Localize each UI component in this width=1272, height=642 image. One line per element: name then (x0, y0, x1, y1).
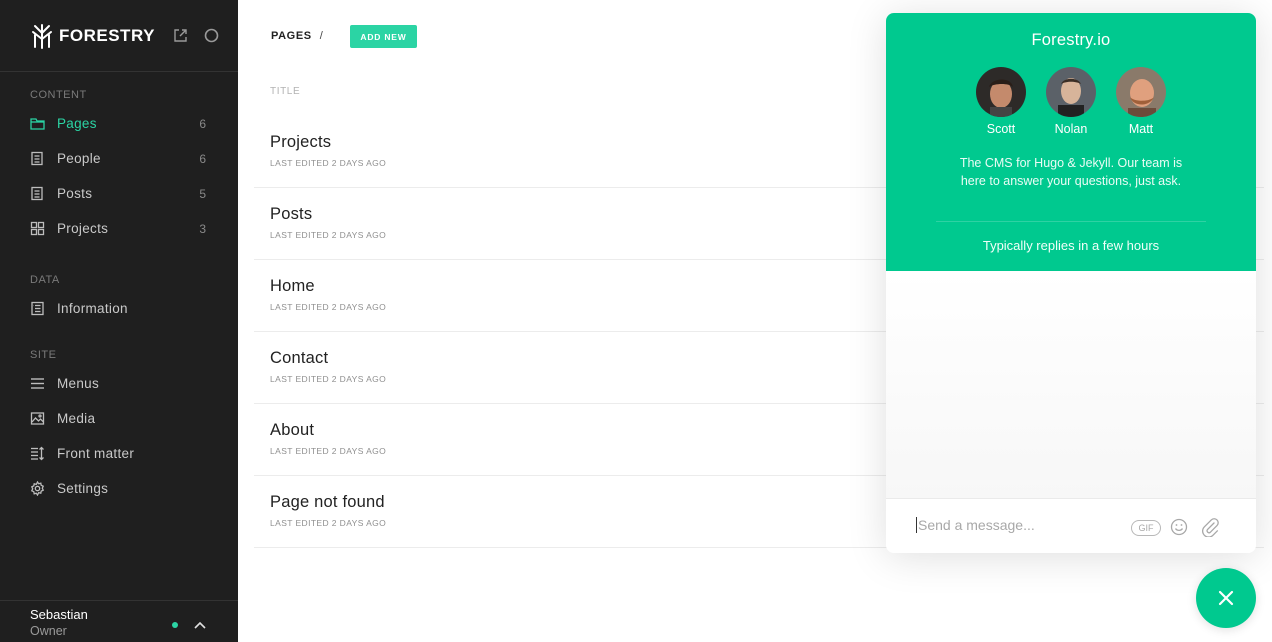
emoji-icon[interactable] (1170, 518, 1188, 541)
document-icon (30, 151, 45, 166)
avatar (976, 67, 1026, 117)
sidebar-item-label: Front matter (57, 446, 135, 461)
sidebar-item-label: Media (57, 411, 96, 426)
chat-description: The CMS for Hugo & Jekyll. Our team is h… (959, 156, 1183, 188)
data-file-icon (30, 301, 45, 316)
sidebar-item-media[interactable]: Media (0, 401, 238, 436)
brand-name: FORESTRY (59, 25, 155, 45)
close-chat-button[interactable] (1196, 568, 1256, 628)
sidebar-item-label: Settings (57, 481, 109, 496)
sidebar-item-people[interactable]: People 6 (0, 141, 238, 176)
menu-lines-icon (30, 376, 45, 391)
sidebar-item-label: Posts (57, 186, 93, 201)
document-icon (30, 186, 45, 201)
section-label-site: SITE (30, 349, 57, 361)
brand-header: FORESTRY (0, 0, 238, 72)
team-member: Matt (1116, 67, 1166, 136)
member-name: Nolan (1054, 122, 1088, 136)
avatar (1116, 67, 1166, 117)
sync-status-icon[interactable] (204, 28, 219, 43)
breadcrumb: PAGES / (271, 30, 323, 42)
chat-messages (886, 271, 1256, 498)
chat-composer: GIF (886, 498, 1256, 553)
message-input[interactable] (916, 517, 1116, 533)
chat-title: Forestry.io (1031, 31, 1111, 49)
member-name: Matt (1128, 122, 1154, 136)
gear-icon (30, 481, 45, 496)
close-icon (1218, 590, 1234, 606)
grid-icon (30, 221, 45, 236)
sidebar: FORESTRY CONTENT Pages 6 People 6 Posts … (0, 0, 238, 642)
title-column-header[interactable]: TITLE (270, 86, 300, 97)
team-members: Scott Nolan Matt (886, 67, 1256, 136)
sidebar-item-pages[interactable]: Pages 6 (0, 106, 238, 141)
gif-button[interactable]: GIF (1131, 520, 1161, 536)
sidebar-item-label: Projects (57, 221, 109, 236)
team-member: Nolan (1046, 67, 1096, 136)
sidebar-item-label: Pages (57, 116, 97, 131)
sidebar-item-menus[interactable]: Menus (0, 366, 238, 401)
sidebar-item-label: Menus (57, 376, 100, 391)
sidebar-item-label: People (57, 151, 101, 166)
online-status-dot (172, 622, 178, 628)
team-member: Scott (976, 67, 1026, 136)
chat-header: Forestry.io Scott Nolan Matt The CMS for… (886, 13, 1256, 271)
forestry-logo-icon[interactable] (30, 23, 54, 49)
sort-list-icon (30, 446, 45, 461)
reply-time-text: Typically replies in a few hours (982, 238, 1160, 253)
member-name: Scott (986, 122, 1016, 136)
sidebar-item-count: 3 (199, 221, 206, 236)
section-label-content: CONTENT (30, 89, 87, 101)
avatar (1046, 67, 1096, 117)
sidebar-item-count: 6 (199, 116, 206, 131)
chat-widget: Forestry.io Scott Nolan Matt The CMS for… (886, 13, 1256, 553)
image-icon (30, 411, 45, 426)
section-label-data: DATA (30, 274, 60, 286)
divider (936, 221, 1206, 222)
sidebar-item-count: 6 (199, 151, 206, 166)
sidebar-item-count: 5 (199, 186, 206, 201)
sidebar-item-settings[interactable]: Settings (0, 471, 238, 506)
breadcrumb-separator: / (319, 30, 324, 42)
sidebar-item-information[interactable]: Information (0, 291, 238, 326)
breadcrumb-pages[interactable]: PAGES (271, 30, 312, 42)
add-new-button[interactable]: ADD NEW (350, 25, 417, 48)
user-menu[interactable]: Sebastian Owner (0, 600, 238, 642)
sidebar-item-front-matter[interactable]: Front matter (0, 436, 238, 471)
chevron-up-icon[interactable] (193, 617, 207, 635)
sidebar-item-posts[interactable]: Posts 5 (0, 176, 238, 211)
external-link-icon[interactable] (173, 28, 188, 43)
sidebar-item-label: Information (57, 301, 128, 316)
attachment-icon[interactable] (1201, 517, 1219, 542)
folder-icon (30, 116, 45, 131)
sidebar-item-projects[interactable]: Projects 3 (0, 211, 238, 246)
